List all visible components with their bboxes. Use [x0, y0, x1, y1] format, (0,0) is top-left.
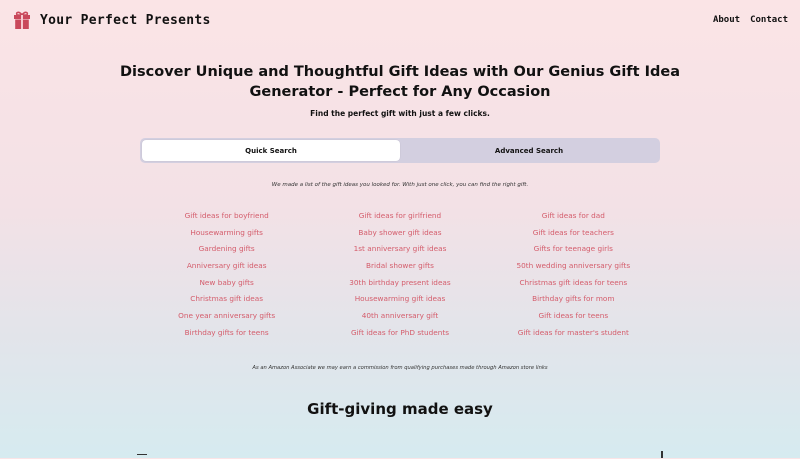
affiliate-disclaimer: As an Amazon Associate we may earn a com…	[252, 365, 548, 371]
search-mode-tabs: Quick Search Advanced Search	[140, 138, 660, 163]
brand-name: Your Perfect Presents	[40, 12, 211, 28]
gift-idea-link[interactable]: Birthday gifts for mom	[487, 291, 660, 308]
tab-advanced-search[interactable]: Advanced Search	[400, 140, 658, 161]
gift-idea-link[interactable]: Gift ideas for boyfriend	[140, 208, 313, 225]
gift-idea-link[interactable]: Christmas gift ideas for teens	[487, 275, 660, 292]
logo[interactable]: Your Perfect Presents	[12, 10, 211, 30]
gift-idea-link[interactable]: Gardening gifts	[140, 241, 313, 258]
gift-idea-link[interactable]: 30th birthday present ideas	[313, 275, 486, 292]
gift-idea-link[interactable]: One year anniversary gifts	[140, 308, 313, 325]
nav-contact-link[interactable]: Contact	[750, 15, 788, 25]
gift-icon	[12, 10, 32, 30]
section-title: Gift-giving made easy	[307, 400, 493, 418]
site-header: Your Perfect Presents About Contact	[0, 0, 800, 42]
gift-idea-link[interactable]: Anniversary gift ideas	[140, 258, 313, 275]
intro-text: We made a list of the gift ideas you loo…	[271, 182, 529, 188]
gift-idea-link[interactable]: Gift ideas for PhD students	[313, 325, 486, 342]
gift-idea-link[interactable]: Gift ideas for girlfriend	[313, 208, 486, 225]
gift-idea-link[interactable]: Birthday gifts for teens	[140, 325, 313, 342]
tab-quick-search[interactable]: Quick Search	[142, 140, 400, 161]
page-title: Discover Unique and Thoughtful Gift Idea…	[120, 64, 680, 100]
gift-idea-link[interactable]: Bridal shower gifts	[313, 258, 486, 275]
gift-idea-link[interactable]: Gifts for teenage girls	[487, 241, 660, 258]
gift-idea-link[interactable]: Gift ideas for dad	[487, 208, 660, 225]
partial-icon-right	[661, 451, 663, 458]
gift-idea-link[interactable]: 50th wedding anniversary gifts	[487, 258, 660, 275]
gift-idea-link[interactable]: Gift ideas for teachers	[487, 225, 660, 242]
gift-idea-link[interactable]: 1st anniversary gift ideas	[313, 241, 486, 258]
page-subtitle: Find the perfect gift with just a few cl…	[310, 109, 490, 118]
gift-idea-link[interactable]: New baby gifts	[140, 275, 313, 292]
gift-idea-link[interactable]: Christmas gift ideas	[140, 291, 313, 308]
gift-ideas-list: Gift ideas for boyfriend Gift ideas for g…	[140, 208, 660, 342]
partial-icon-left	[137, 454, 147, 459]
nav-about-link[interactable]: About	[713, 15, 740, 25]
top-nav: About Contact	[713, 15, 788, 25]
gift-idea-link[interactable]: Gift ideas for teens	[487, 308, 660, 325]
gift-idea-link[interactable]: Housewarming gift ideas	[313, 291, 486, 308]
gift-idea-link[interactable]: Gift ideas for master's student	[487, 325, 660, 342]
gift-idea-link[interactable]: Baby shower gift ideas	[313, 225, 486, 242]
gift-idea-link[interactable]: 40th anniversary gift	[313, 308, 486, 325]
gift-idea-link[interactable]: Housewarming gifts	[140, 225, 313, 242]
